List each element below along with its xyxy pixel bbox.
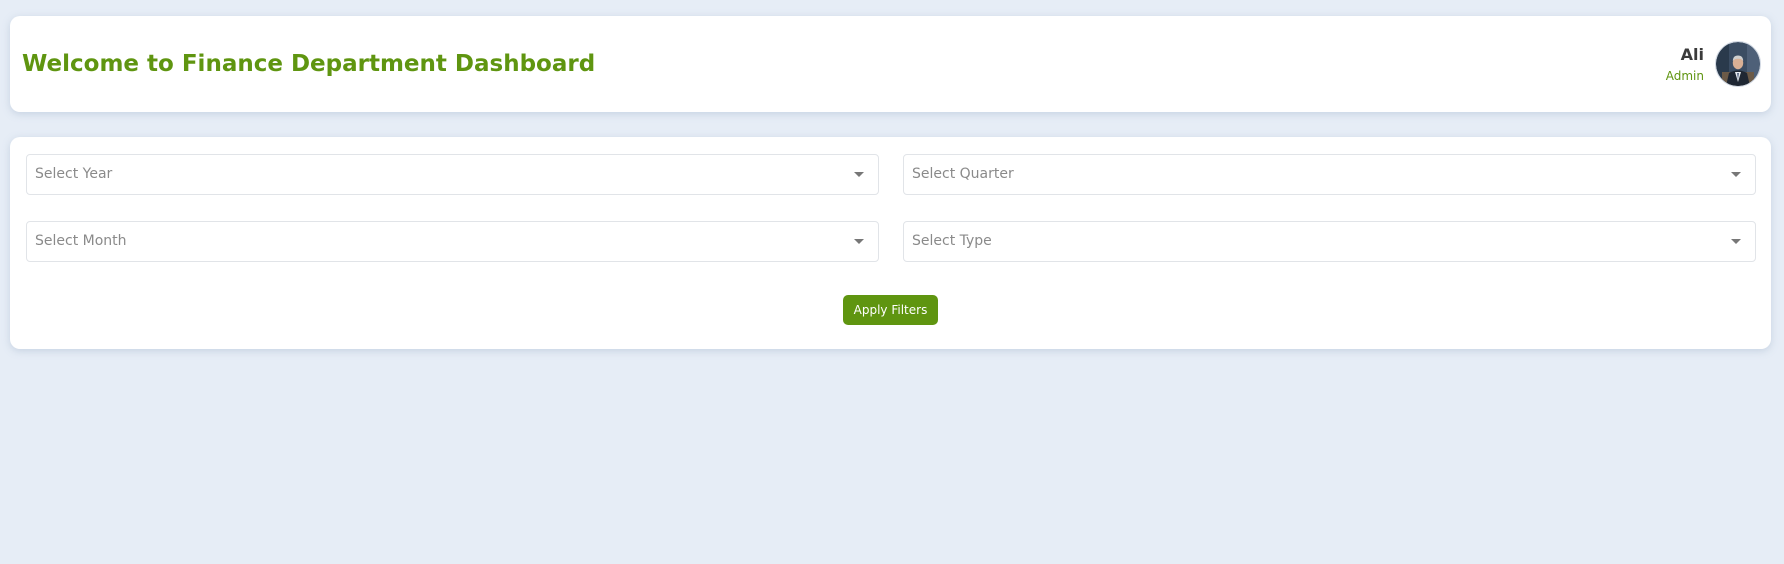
user-name: Ali (1680, 44, 1704, 64)
avatar[interactable] (1715, 41, 1761, 87)
filter-panel: Select Year Select Quarter Select Month … (10, 137, 1771, 349)
apply-filters-button[interactable]: Apply Filters (843, 295, 938, 325)
page-title: Welcome to Finance Department Dashboard (22, 51, 596, 77)
header-card: Welcome to Finance Department Dashboard … (10, 16, 1771, 112)
month-select-placeholder: Select Month (35, 233, 127, 249)
quarter-select-placeholder: Select Quarter (912, 166, 1014, 182)
quarter-select[interactable]: Select Quarter (903, 154, 1756, 195)
chevron-down-icon (854, 172, 864, 177)
avatar-photo-icon (1716, 42, 1760, 86)
type-select[interactable]: Select Type (903, 221, 1756, 262)
chevron-down-icon (1731, 172, 1741, 177)
chevron-down-icon (1731, 239, 1741, 244)
month-select[interactable]: Select Month (26, 221, 879, 262)
type-select-placeholder: Select Type (912, 233, 992, 249)
user-info: Ali Admin (1666, 45, 1704, 84)
user-role: Admin (1665, 68, 1704, 83)
year-select-placeholder: Select Year (35, 166, 113, 182)
user-profile[interactable]: Ali Admin (1666, 16, 1761, 112)
chevron-down-icon (854, 239, 864, 244)
year-select[interactable]: Select Year (26, 154, 879, 195)
